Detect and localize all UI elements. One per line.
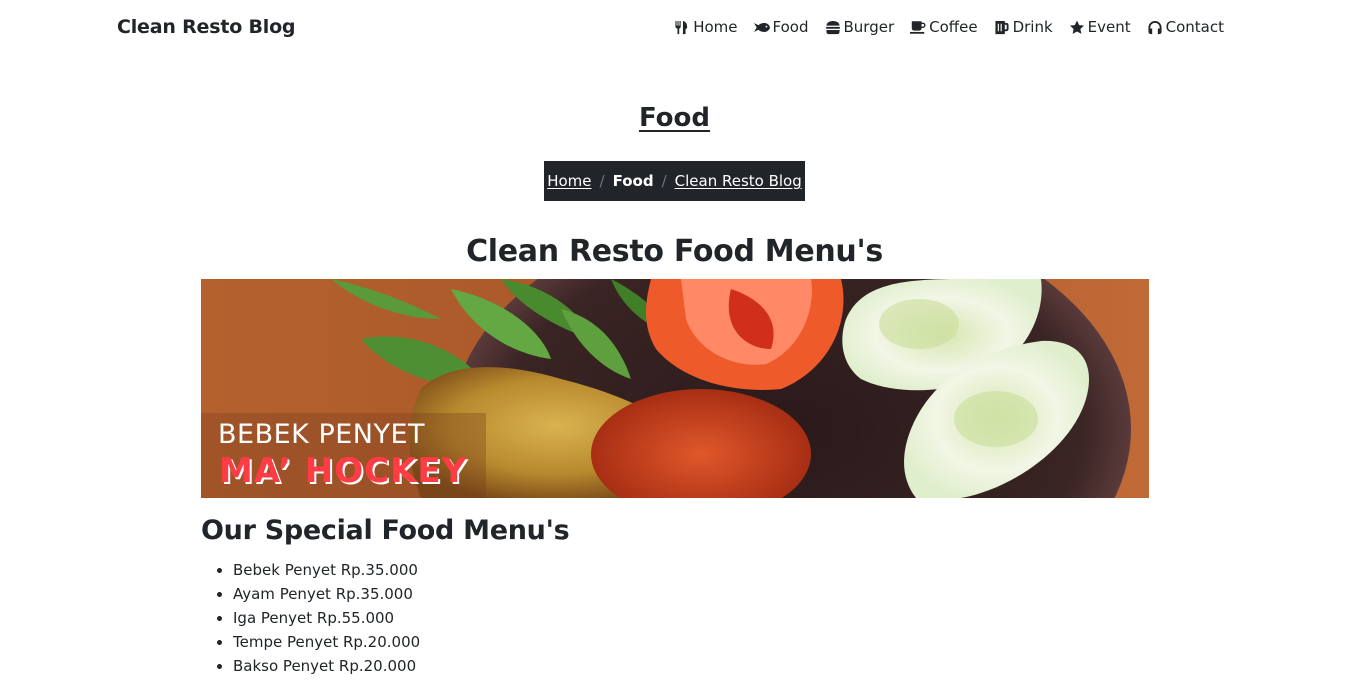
food-menu-heading: Clean Resto Food Menu's — [466, 234, 883, 269]
headphones-icon — [1148, 20, 1162, 34]
brand-link[interactable]: Clean Resto Blog — [117, 16, 296, 38]
nav-label: Coffee — [929, 18, 978, 36]
breadcrumb: Home / Food / Clean Resto Blog — [544, 161, 805, 201]
nav-label: Food — [772, 18, 809, 36]
beer-mug-icon — [995, 20, 1009, 34]
utensils-icon — [675, 20, 688, 34]
nav-label: Home — [693, 18, 738, 36]
nav-item-event[interactable]: Event — [1069, 18, 1131, 36]
nav-label: Contact — [1165, 18, 1224, 36]
nav-label: Event — [1087, 18, 1131, 36]
banner-subtitle: MA’ HOCKEY — [219, 451, 468, 491]
navbar: Clean Resto Blog Home Food Burger Coffee… — [0, 0, 1349, 58]
star-icon — [1069, 19, 1084, 34]
nav-item-contact[interactable]: Contact — [1147, 18, 1224, 36]
menu-list-item: Iga Penyet Rp.55.000 — [233, 606, 420, 630]
hamburger-icon — [825, 20, 840, 34]
nav-item-home[interactable]: Home — [674, 18, 738, 36]
nav-label: Drink — [1012, 18, 1053, 36]
nav-menu: Home Food Burger Coffee Drink Event Cont… — [658, 18, 1224, 36]
breadcrumb-separator: / — [661, 172, 667, 190]
banner-title: BEBEK PENYET — [218, 419, 426, 450]
menu-list-item: Bebek Penyet Rp.35.000 — [233, 558, 420, 582]
nav-item-drink[interactable]: Drink — [994, 18, 1053, 36]
food-banner-image: BEBEK PENYET MA’ HOCKEY — [201, 279, 1149, 498]
fish-icon — [753, 22, 770, 32]
nav-item-burger[interactable]: Burger — [825, 18, 895, 36]
nav-label: Burger — [843, 18, 895, 36]
special-menu-list: Bebek Penyet Rp.35.000 Ayam Penyet Rp.35… — [233, 558, 420, 678]
special-menu-heading: Our Special Food Menu's — [201, 515, 570, 546]
breadcrumb-home-link[interactable]: Home — [547, 172, 591, 190]
coffee-icon — [910, 20, 926, 34]
menu-list-item: Ayam Penyet Rp.35.000 — [233, 582, 420, 606]
nav-item-food[interactable]: Food — [753, 18, 809, 36]
breadcrumb-separator: / — [599, 172, 605, 190]
page-title: Food — [638, 103, 711, 133]
breadcrumb-blog-link[interactable]: Clean Resto Blog — [675, 172, 802, 190]
breadcrumb-current: Food — [612, 172, 654, 190]
menu-list-item: Tempe Penyet Rp.20.000 — [233, 630, 420, 654]
nav-item-coffee[interactable]: Coffee — [910, 18, 978, 36]
menu-list-item: Bakso Penyet Rp.20.000 — [233, 654, 420, 678]
